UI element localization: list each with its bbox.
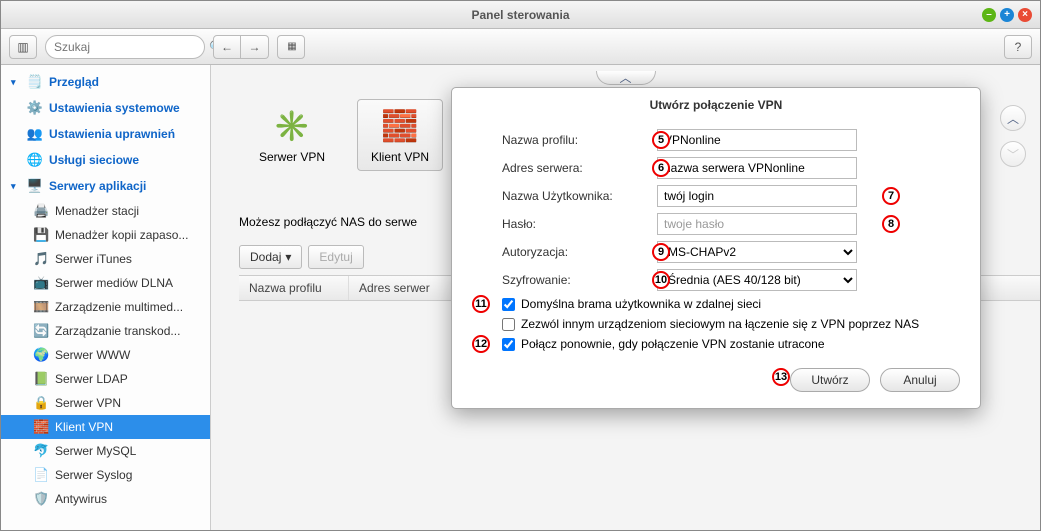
add-button[interactable]: Dodaj▾ — [239, 245, 302, 269]
window-titlebar: Panel sterowania – + × — [1, 1, 1040, 29]
annotation-13: 13 — [772, 368, 790, 386]
annotation-7: 7 — [882, 187, 900, 205]
maximize-button[interactable]: + — [1000, 8, 1014, 22]
sidebar-item-transcode-mgmt[interactable]: 🔄Zarządzanie transkod... — [1, 319, 210, 343]
apps-grid-button[interactable]: ▦ — [277, 35, 305, 59]
label-server: Adres serwera: — [502, 161, 657, 175]
allow-others-checkbox[interactable] — [502, 318, 515, 331]
annotation-5: 5 — [652, 131, 670, 149]
tab-vpn-server[interactable]: ✳️ Serwer VPN — [249, 99, 335, 171]
annotation-12: 12 — [472, 335, 490, 353]
sidebar-item-backup-manager[interactable]: 💾Menadżer kopii zapaso... — [1, 223, 210, 247]
annotation-11: 11 — [472, 295, 490, 313]
search-input[interactable] — [54, 40, 209, 54]
annotation-9: 9 — [652, 243, 670, 261]
label-auth: Autoryzacja: — [502, 245, 657, 259]
back-button[interactable]: ← — [213, 35, 241, 59]
annotation-10: 10 — [652, 271, 670, 289]
label-user: Nazwa Użytkownika: — [502, 189, 657, 203]
password-input[interactable] — [657, 213, 857, 235]
sidebar-item-vpn-client[interactable]: 🧱Klient VPN — [1, 415, 210, 439]
dialog-title: Utwórz połączenie VPN — [452, 88, 980, 126]
close-button[interactable]: × — [1018, 8, 1032, 22]
info-text: Możesz podłączyć NAS do serwe — [239, 215, 417, 229]
sidebar-item-label: Serwery aplikacji — [49, 179, 146, 193]
sidebar-item-station-manager[interactable]: 🖨️Menadżer stacji — [1, 199, 210, 223]
sidebar-item-vpn-server[interactable]: 🔒Serwer VPN — [1, 391, 210, 415]
default-gateway-checkbox[interactable] — [502, 298, 515, 311]
server-address-input[interactable] — [657, 157, 857, 179]
forward-button[interactable]: → — [241, 35, 269, 59]
reconnect-checkbox[interactable] — [502, 338, 515, 351]
sidebar-toggle-button[interactable]: ▥ — [9, 35, 37, 59]
username-input[interactable] — [657, 185, 857, 207]
auth-select[interactable]: MS-CHAPv2 — [657, 241, 857, 263]
help-button[interactable]: ? — [1004, 35, 1032, 59]
sidebar-item-multimedia-mgmt[interactable]: 🎞️Zarządzenie multimed... — [1, 295, 210, 319]
annotation-6: 6 — [652, 159, 670, 177]
edit-button: Edytuj — [308, 245, 363, 269]
sidebar-item-label: Ustawienia systemowe — [49, 101, 180, 115]
tab-label: Klient VPN — [371, 150, 429, 164]
annotation-8: 8 — [882, 215, 900, 233]
sidebar-item-syslog-server[interactable]: 📄Serwer Syslog — [1, 463, 210, 487]
tab-vpn-client[interactable]: 🧱 Klient VPN — [357, 99, 443, 171]
expand-handle[interactable]: ︿ — [596, 71, 656, 85]
sidebar-item-itunes-server[interactable]: 🎵Serwer iTunes — [1, 247, 210, 271]
scroll-down-button[interactable]: ﹀ — [1000, 141, 1026, 167]
sidebar-item-label: Przegląd — [49, 75, 99, 89]
checkbox-label: Połącz ponownie, gdy połączenie VPN zost… — [521, 337, 825, 351]
sidebar-item-www-server[interactable]: 🌍Serwer WWW — [1, 343, 210, 367]
sidebar-item-label: Ustawienia uprawnień — [49, 127, 175, 141]
minimize-button[interactable]: – — [982, 8, 996, 22]
checkbox-label: Domyślna brama użytkownika w zdalnej sie… — [521, 297, 761, 311]
search-box[interactable]: 🔍 — [45, 35, 205, 59]
sidebar-overview[interactable]: ▾🗒️Przegląd — [1, 69, 210, 95]
sidebar-app-servers[interactable]: ▾🖥️Serwery aplikacji — [1, 173, 210, 199]
profile-name-input[interactable] — [657, 129, 857, 151]
cancel-button[interactable]: Anuluj — [880, 368, 960, 392]
label-pass: Hasło: — [502, 217, 657, 231]
create-button[interactable]: Utwórz — [790, 368, 870, 392]
create-vpn-dialog: Utwórz połączenie VPN 5 Nazwa profilu: 6… — [451, 87, 981, 409]
sidebar-system-settings[interactable]: ⚙️Ustawienia systemowe — [1, 95, 210, 121]
chevron-down-icon: ▾ — [285, 250, 291, 264]
window-controls: – + × — [982, 8, 1032, 22]
scroll-up-button[interactable]: ︿ — [1000, 105, 1026, 131]
sidebar-item-dlna-server[interactable]: 📺Serwer mediów DLNA — [1, 271, 210, 295]
sidebar-net-services[interactable]: 🌐Usługi sieciowe — [1, 147, 210, 173]
checkbox-label: Zezwól innym urządzeniom sieciowym na łą… — [521, 317, 919, 331]
sidebar-item-label: Usługi sieciowe — [49, 153, 139, 167]
encryption-select[interactable]: Średnia (AES 40/128 bit) — [657, 269, 857, 291]
vpn-client-icon: 🧱 — [380, 106, 420, 146]
label-enc: Szyfrowanie: — [502, 273, 657, 287]
sidebar-item-ldap-server[interactable]: 📗Serwer LDAP — [1, 367, 210, 391]
vpn-server-icon: ✳️ — [272, 106, 312, 146]
sidebar: ▾🗒️Przegląd ⚙️Ustawienia systemowe 👥Usta… — [1, 65, 211, 530]
sidebar-item-mysql-server[interactable]: 🐬Serwer MySQL — [1, 439, 210, 463]
col-profile: Nazwa profilu — [239, 276, 349, 300]
label-profile: Nazwa profilu: — [502, 133, 657, 147]
tab-label: Serwer VPN — [259, 150, 325, 164]
window-title: Panel sterowania — [1, 8, 1040, 22]
sidebar-item-antivirus[interactable]: 🛡️Antywirus — [1, 487, 210, 511]
sidebar-perm-settings[interactable]: 👥Ustawienia uprawnień — [1, 121, 210, 147]
col-server: Adres serwer — [349, 276, 459, 300]
toolbar: ▥ 🔍 ← → ▦ ? — [1, 29, 1040, 65]
